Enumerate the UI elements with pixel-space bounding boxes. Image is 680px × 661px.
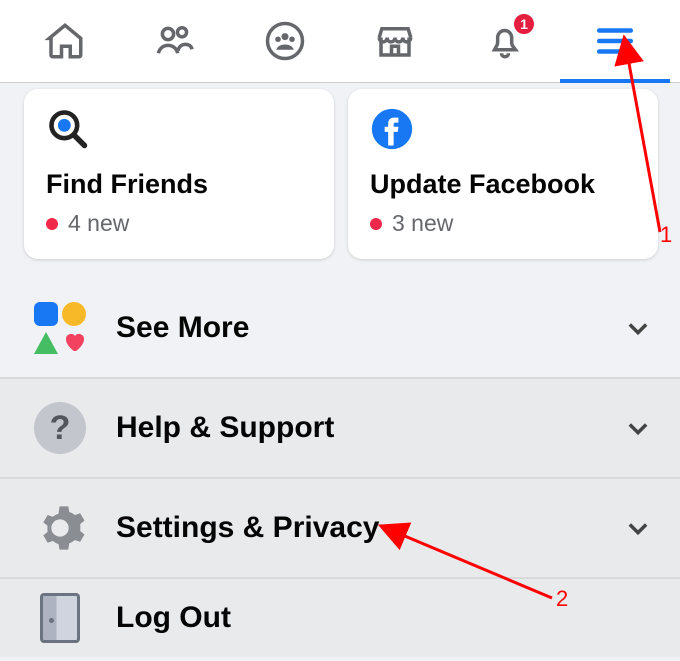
tab-marketplace[interactable]	[340, 0, 450, 82]
new-indicator-dot	[370, 218, 382, 230]
find-friends-icon	[46, 107, 90, 151]
door-icon	[32, 590, 88, 646]
notification-badge: 1	[512, 12, 536, 36]
see-more-icon	[32, 300, 88, 356]
card-title: Update Facebook	[370, 169, 638, 200]
card-subtitle: 4 new	[46, 210, 314, 237]
new-indicator-dot	[46, 218, 58, 230]
shortcut-cards-row: Find Friends 4 new Update Facebook 3 new	[0, 83, 680, 279]
bell-icon: 1	[484, 20, 526, 62]
menu-label: See More	[116, 311, 596, 345]
hamburger-icon	[594, 20, 636, 62]
tab-notifications[interactable]: 1	[450, 0, 560, 82]
menu-see-more[interactable]: See More	[0, 279, 680, 377]
tab-friends[interactable]	[120, 0, 230, 82]
marketplace-icon	[374, 20, 416, 62]
help-icon: ?	[32, 400, 88, 456]
menu-log-out[interactable]: Log Out	[0, 577, 680, 657]
gear-icon	[32, 500, 88, 556]
chevron-down-icon	[624, 414, 652, 442]
home-icon	[44, 20, 86, 62]
menu-label: Log Out	[116, 601, 652, 635]
chevron-down-icon	[624, 514, 652, 542]
menu-label: Help & Support	[116, 411, 596, 445]
card-title: Find Friends	[46, 169, 314, 200]
tab-home[interactable]	[10, 0, 120, 82]
friends-icon	[154, 20, 196, 62]
groups-icon	[264, 20, 306, 62]
card-find-friends[interactable]: Find Friends 4 new	[24, 89, 334, 259]
top-tab-bar: 1	[0, 0, 680, 83]
menu-settings-privacy[interactable]: Settings & Privacy	[0, 477, 680, 577]
card-subtitle: 3 new	[370, 210, 638, 237]
card-update-facebook[interactable]: Update Facebook 3 new	[348, 89, 658, 259]
menu-help-support[interactable]: ? Help & Support	[0, 377, 680, 477]
menu-label: Settings & Privacy	[116, 511, 596, 545]
chevron-down-icon	[624, 314, 652, 342]
tab-groups[interactable]	[230, 0, 340, 82]
card-sub-text: 4 new	[68, 210, 129, 237]
card-sub-text: 3 new	[392, 210, 453, 237]
facebook-icon	[370, 107, 414, 151]
tab-menu[interactable]	[560, 0, 670, 82]
